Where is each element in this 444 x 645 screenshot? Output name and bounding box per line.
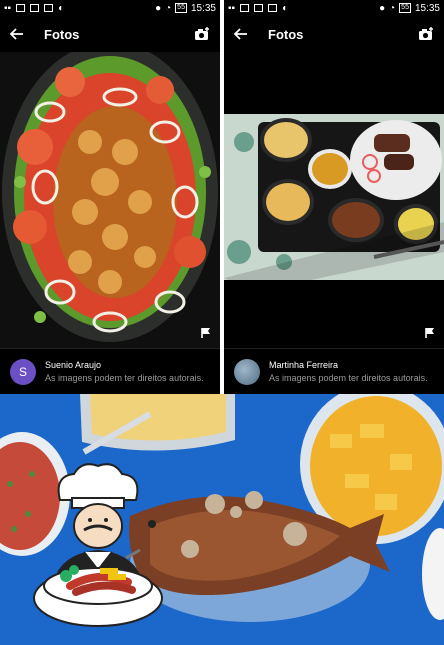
back-arrow-icon[interactable]	[234, 28, 250, 40]
grilled-fish-photo[interactable]	[0, 394, 444, 645]
chef-restaurant-icon	[33, 463, 163, 627]
copyright-notice: As imagens podem ter direitos autorais.	[45, 372, 204, 383]
copyright-notice: As imagens podem ter direitos autorais.	[269, 372, 428, 383]
toolbar: Fotos	[224, 16, 444, 52]
author-name[interactable]: Suenio Araujo	[45, 359, 204, 372]
cloud-icon: ◐	[282, 2, 289, 14]
battery-icon: 55	[175, 3, 187, 13]
author-name[interactable]: Martinha Ferreira	[269, 359, 428, 372]
photo-viewer-right: ▪▪ ◐ ● ◔ 55 15:35 Fotos Martinha Ferreir…	[224, 0, 444, 394]
status-bar: ▪▪ ◐ ● ◔ 55 15:35	[224, 0, 444, 16]
battery-icon: 55	[399, 3, 411, 13]
image-notification-icon	[240, 4, 250, 12]
add-photo-camera-icon[interactable]	[194, 27, 210, 41]
page-title: Fotos	[44, 26, 80, 42]
location-icon: ●	[379, 2, 386, 14]
image-notification-icon	[16, 4, 26, 12]
photo-viewer-left: ▪▪ ◐ ● ◔ 55 15:35 Fotos S Suenio Araujo …	[0, 0, 220, 394]
toolbar: Fotos	[0, 16, 220, 52]
page-title: Fotos	[268, 26, 304, 42]
facebook-icon	[30, 4, 40, 12]
clock-time: 15:35	[414, 2, 440, 14]
signal-icon: ▪▪	[228, 2, 236, 14]
facebook-icon	[254, 4, 264, 12]
report-flag-icon[interactable]	[200, 326, 212, 344]
shrimp-salad-photo[interactable]	[0, 42, 220, 348]
avatar[interactable]: S	[10, 358, 36, 385]
back-arrow-icon[interactable]	[10, 28, 26, 40]
attribution-bar: Martinha Ferreira As imagens podem ter d…	[224, 348, 444, 394]
clock-time: 15:35	[190, 2, 216, 14]
cloud-icon: ◐	[58, 2, 65, 14]
wifi-icon: ◔	[165, 2, 172, 14]
buffet-table-photo[interactable]	[224, 52, 444, 348]
location-icon: ●	[155, 2, 162, 14]
signal-icon: ▪▪	[4, 2, 12, 14]
avatar[interactable]	[234, 358, 260, 385]
status-bar: ▪▪ ◐ ● ◔ 55 15:35	[0, 0, 220, 16]
gallery-icon	[268, 4, 278, 12]
gallery-icon	[44, 4, 54, 12]
wifi-icon: ◔	[389, 2, 396, 14]
report-flag-icon[interactable]	[424, 326, 436, 344]
add-photo-camera-icon[interactable]	[418, 27, 434, 41]
attribution-bar: S Suenio Araujo As imagens podem ter dir…	[0, 348, 220, 394]
